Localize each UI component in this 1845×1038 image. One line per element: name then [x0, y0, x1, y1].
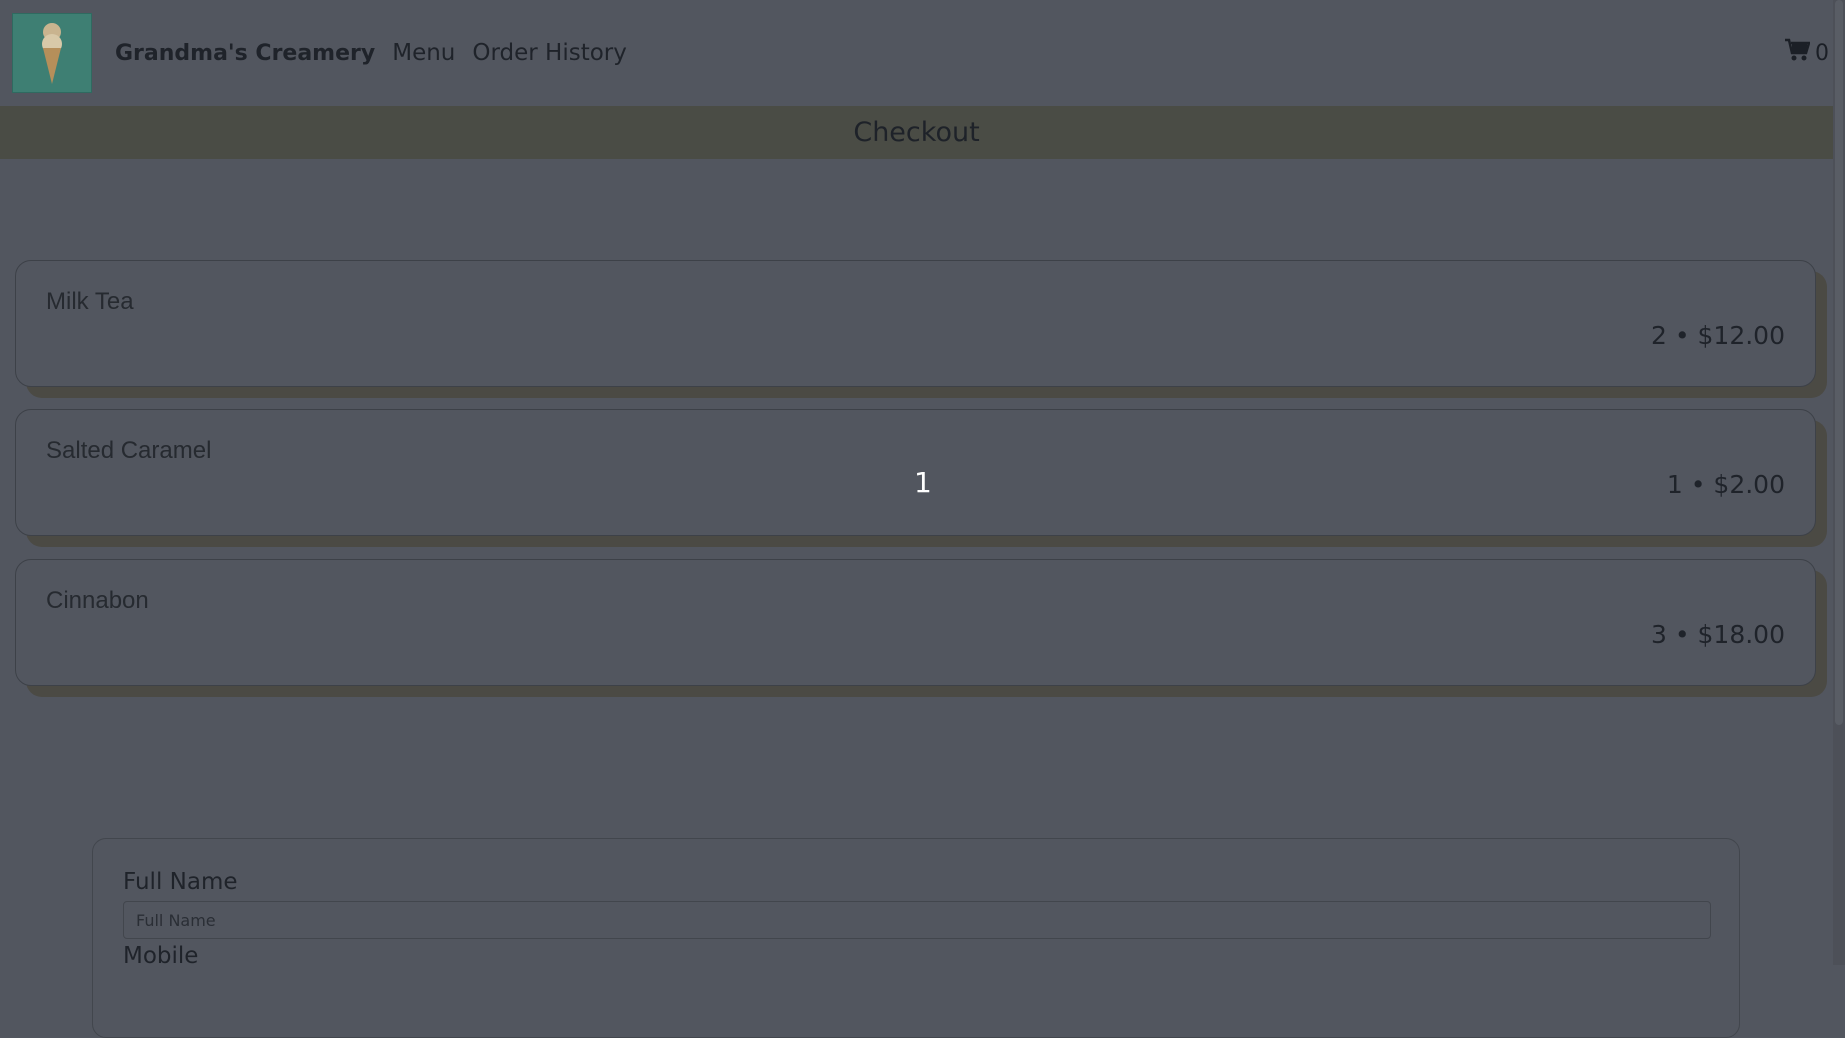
cart-item-quantity-price: 3 • $18.00	[1650, 620, 1785, 649]
cart-item-card: Milk Tea 2 • $12.00	[15, 260, 1816, 387]
ice-cream-cone-icon[interactable]	[12, 13, 92, 93]
scrollbar-thumb[interactable]	[1835, 0, 1843, 725]
checkout-banner: Checkout	[0, 106, 1833, 159]
brand-link[interactable]: Grandma's Creamery	[115, 41, 375, 66]
nav-link-order-history[interactable]: Order History	[472, 40, 627, 66]
full-name-label: Full Name	[123, 869, 238, 895]
cart-item-name: Milk Tea	[46, 288, 134, 315]
nav-link-menu[interactable]: Menu	[392, 40, 455, 66]
cart-item-name: Salted Caramel	[46, 437, 212, 464]
cart-item-card: Cinnabon 3 • $18.00	[15, 559, 1816, 686]
shopping-cart-icon	[1784, 38, 1811, 68]
scrollbar[interactable]	[1833, 0, 1845, 965]
cart-item-name: Cinnabon	[46, 587, 149, 614]
overlay-marker: 1	[914, 466, 932, 499]
full-name-input[interactable]	[123, 901, 1711, 939]
mobile-label: Mobile	[123, 943, 199, 969]
checkout-form: Full Name Mobile	[92, 838, 1740, 1038]
page-title: Checkout	[853, 117, 980, 148]
navbar: Grandma's Creamery Menu Order History	[0, 0, 1833, 106]
cart-button[interactable]: 0	[1784, 38, 1829, 68]
cart-item-quantity-price: 1 • $2.00	[1666, 470, 1785, 499]
cart-item-quantity-price: 2 • $12.00	[1650, 321, 1785, 350]
cart-count: 0	[1815, 40, 1829, 66]
